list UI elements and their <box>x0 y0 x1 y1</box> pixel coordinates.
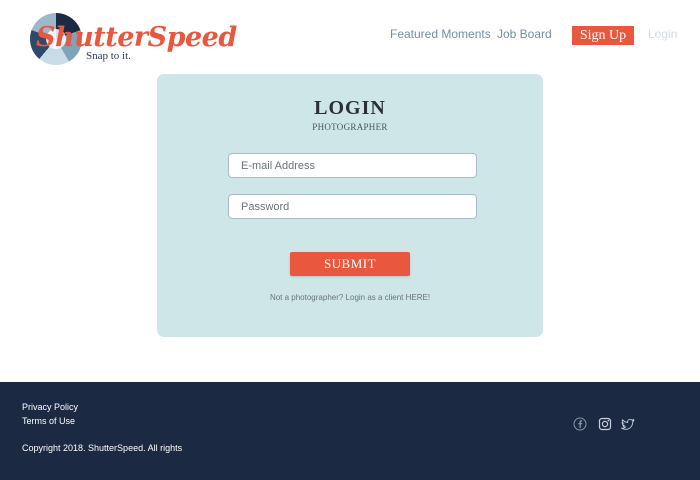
password-field[interactable] <box>228 194 477 219</box>
terms-of-use-link[interactable]: Terms of Use <box>22 416 75 426</box>
nav-sign-up-button[interactable]: Sign Up <box>572 26 634 45</box>
brand-tagline: Snap to it. <box>86 50 131 62</box>
nav-login[interactable]: Login <box>648 27 677 41</box>
login-subtitle: PHOTOGRAPHER <box>312 122 388 132</box>
login-card: LOGIN PHOTOGRAPHER SUBMIT Not a photogra… <box>157 74 543 337</box>
submit-button[interactable]: SUBMIT <box>290 252 410 276</box>
top-nav: Featured Moments Job Board Sign Up Login <box>0 26 700 46</box>
client-login-link[interactable]: Not a photographer? Login as a client HE… <box>157 293 543 302</box>
nav-featured-moments[interactable]: Featured Moments <box>390 27 491 41</box>
nav-job-board[interactable]: Job Board <box>497 27 552 41</box>
twitter-icon[interactable] <box>621 417 635 431</box>
email-field[interactable] <box>228 153 477 178</box>
copyright-text: Copyright 2018. ShutterSpeed. All rights <box>22 443 183 453</box>
footer: Privacy Policy Terms of Use Copyright 20… <box>0 382 700 480</box>
privacy-policy-link[interactable]: Privacy Policy <box>22 402 78 412</box>
facebook-icon[interactable] <box>573 417 587 431</box>
login-title: LOGIN <box>314 97 386 119</box>
instagram-icon[interactable] <box>598 417 612 431</box>
